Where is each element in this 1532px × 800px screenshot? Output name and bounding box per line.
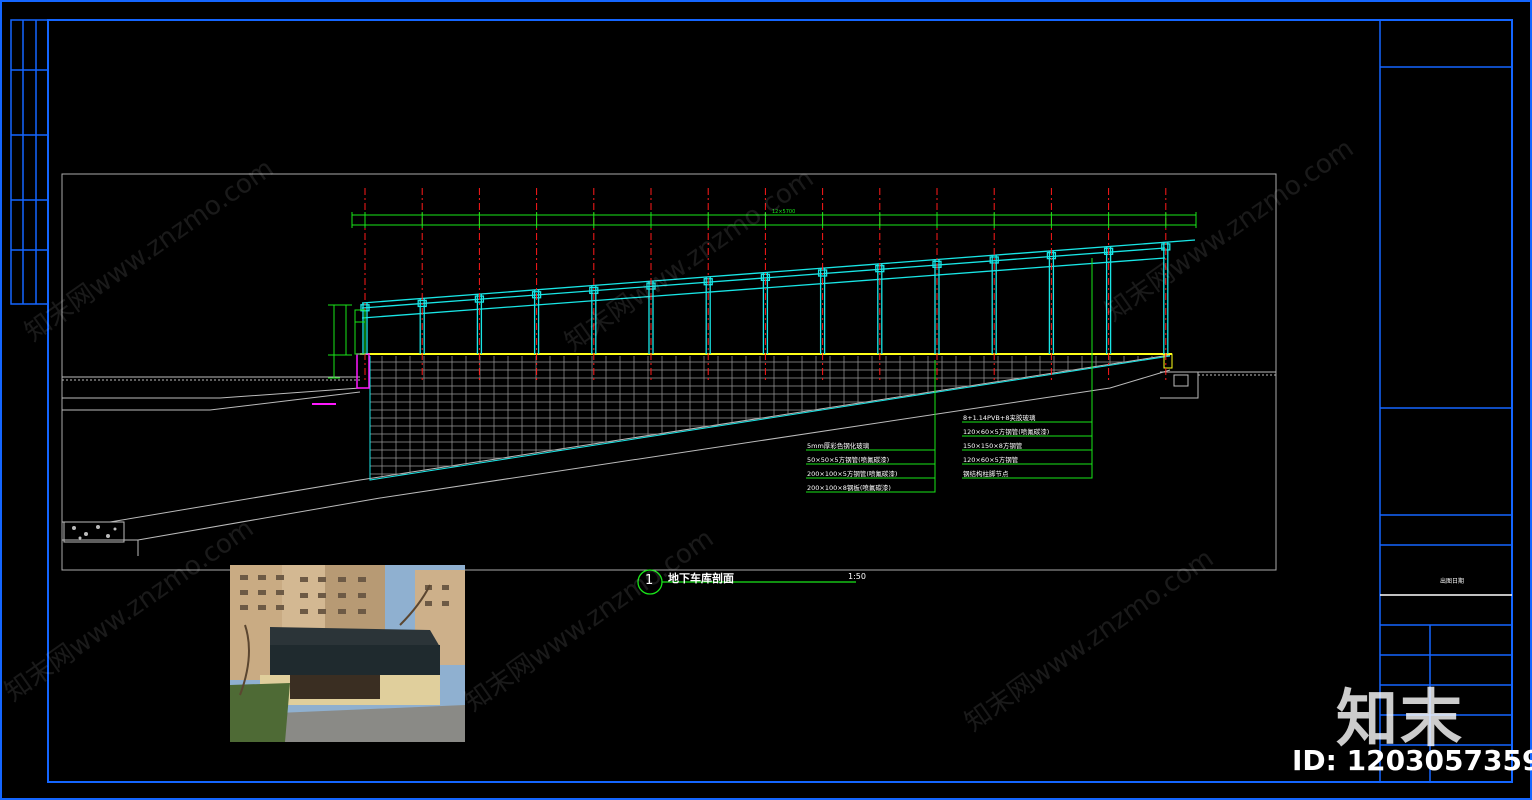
gravel-hatch (72, 525, 117, 540)
height-dimensions (328, 304, 366, 379)
section-number: 1 (645, 573, 654, 588)
dimension-total: 12×5700 (772, 209, 795, 215)
glass-canopy (360, 239, 1196, 354)
annotation-text: 钢结构柱脚节点 (963, 470, 1009, 478)
ground-and-ramp (62, 354, 1276, 556)
reference-photo (230, 565, 465, 742)
wall-cap-left (356, 353, 370, 389)
watermark-id: ID: 1203057359 (1292, 744, 1532, 777)
photo-illustration (230, 565, 465, 742)
section-title-text: 地下车库剖面 (668, 572, 734, 585)
annotation-text: 200×100×8钢板(喷氟碳漆) (807, 484, 891, 492)
annotation-text: 120×60×5方钢管(喷氟碳漆) (963, 428, 1050, 436)
section-scale: 1:50 (848, 572, 866, 581)
binding-strip (10, 19, 49, 305)
annotation-text: 120×60×5方钢管 (963, 456, 1019, 464)
viewport-border (61, 173, 1277, 571)
annotation-text: 200×100×5方钢管(喷氟碳漆) (807, 470, 898, 478)
annotation-text: 50×50×5方钢管(喷氟碳漆) (807, 456, 890, 464)
annotation-text: 150×150×8方钢管 (963, 442, 1023, 450)
titleblock-label: 出图日期 (1440, 578, 1465, 585)
annotation-text: 8+1.14PVB+8夹胶玻璃 (963, 414, 1036, 422)
annotation-text: 5mm厚彩色钢化玻璃 (807, 442, 870, 450)
